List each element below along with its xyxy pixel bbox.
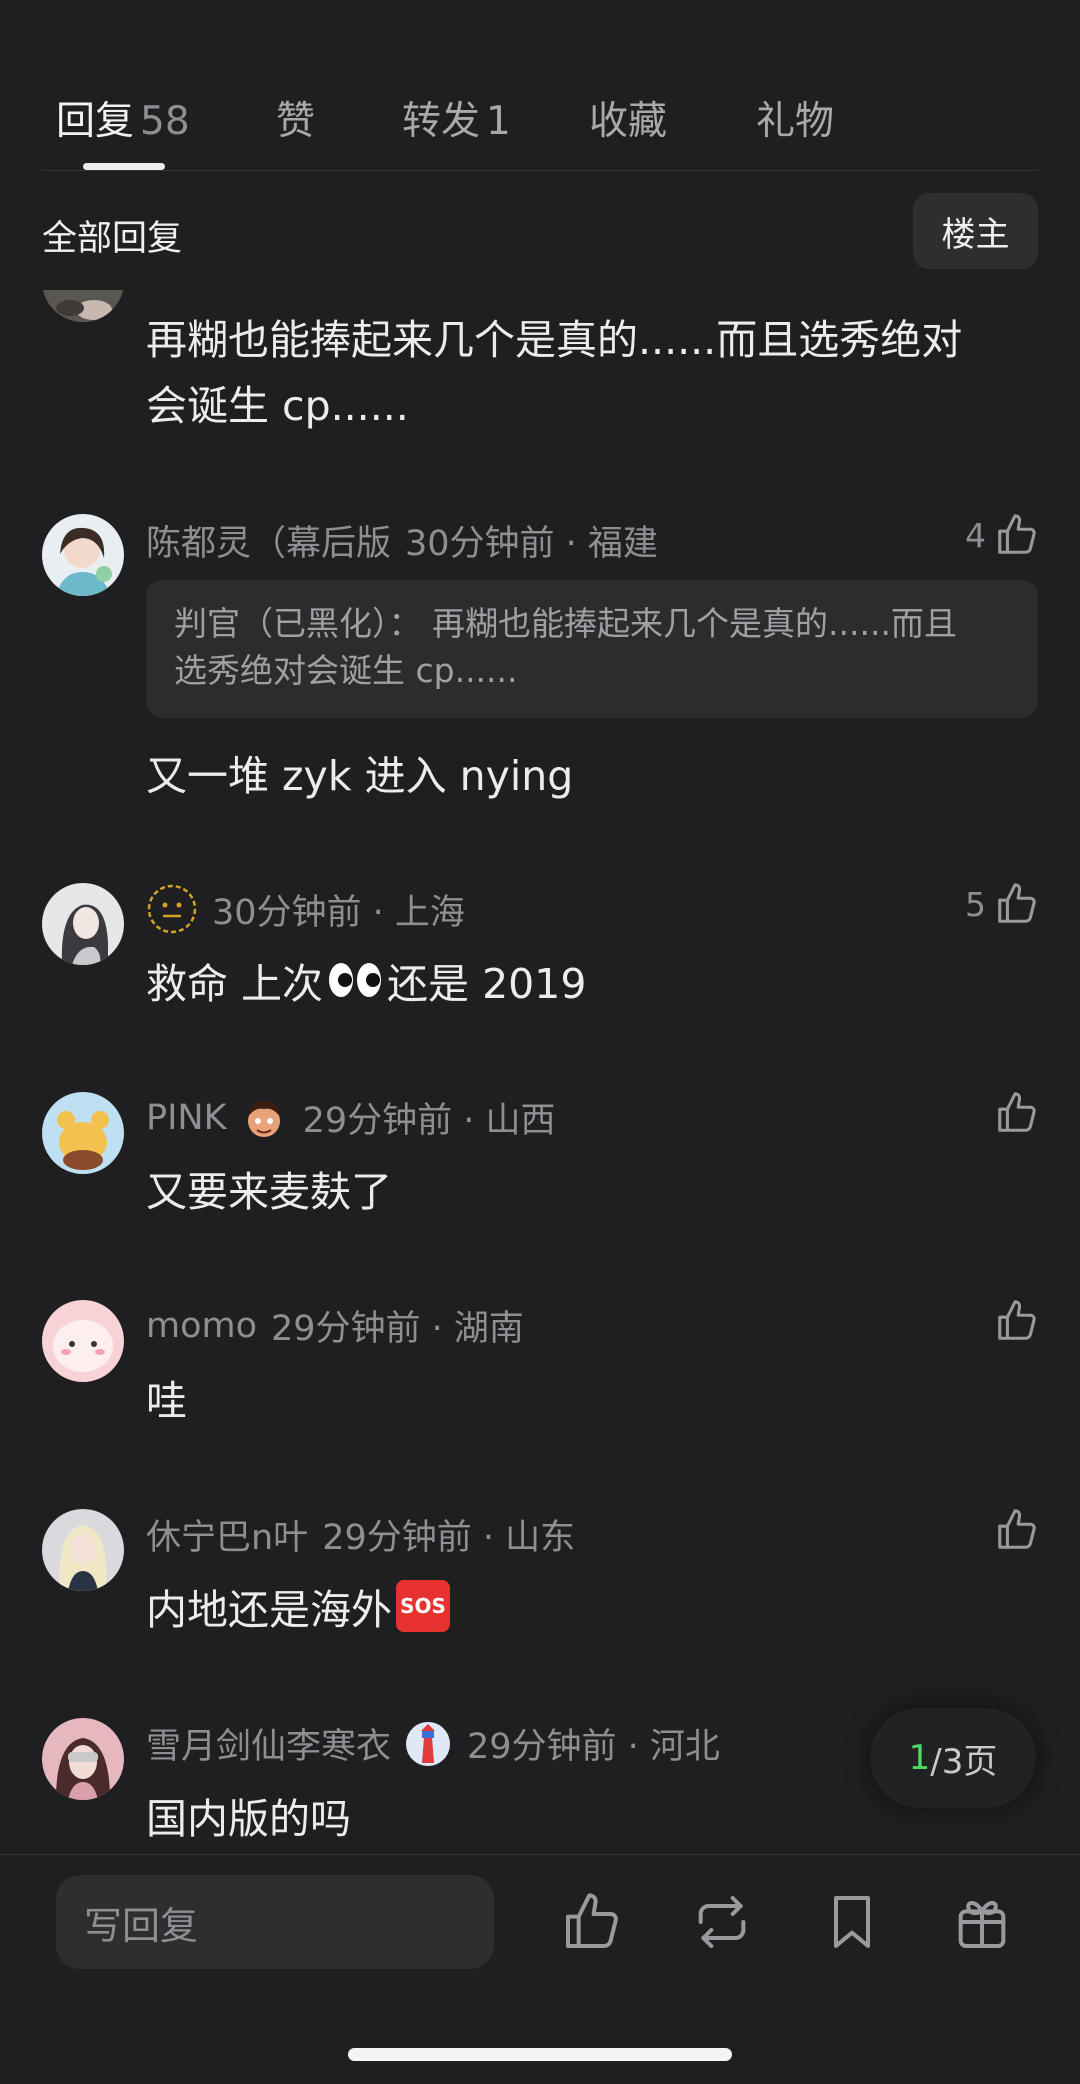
user-name[interactable]: 休宁巴n叶 [146, 1509, 308, 1560]
comment-time-location: 29分钟前 · 河北 [467, 1727, 720, 1767]
tab-replies-count: 58 [140, 99, 190, 144]
like-button[interactable] [986, 1507, 1040, 1553]
comment-meta: momo 29分钟前 · 湖南 [146, 1300, 524, 1351]
avatar[interactable] [42, 1092, 124, 1174]
avatar[interactable] [42, 883, 124, 965]
quoted-comment-text: 判官（已黑化）： 再糊也能捧起来几个是真的......而且 选秀绝对会诞生 cp.… [174, 600, 1014, 694]
reply-input[interactable]: 写回复 [56, 1875, 494, 1969]
home-indicator [348, 2048, 732, 2061]
tab-replies-label: 回复 [56, 99, 135, 144]
eyes-icon [329, 963, 382, 997]
page-current: 1 [908, 1738, 931, 1778]
cartoon-boy-icon [247, 1100, 280, 1137]
user-name[interactable]: 陈都灵（幕后版 [146, 515, 391, 566]
tab-likes[interactable]: 赞 [276, 90, 315, 146]
thumbs-up-icon [998, 514, 1036, 554]
tab-likes-label: 赞 [276, 99, 316, 144]
comment-time-location: 29分钟前 · 湖南 [271, 1309, 524, 1349]
page-indicator[interactable]: 1/3页 [870, 1708, 1036, 1808]
tab-reposts[interactable]: 转发 1 [402, 90, 511, 146]
comment-time-location: 29分钟前 · 山东 [322, 1518, 576, 1558]
page-total: /3页 [930, 1741, 998, 1782]
comment-text: 救命 上次 还是 2019 [146, 950, 586, 1010]
comment-time-location: 30分钟前 · 上海 [212, 892, 465, 933]
gift-icon[interactable] [950, 1890, 1014, 1954]
bookmark-icon[interactable] [820, 1890, 884, 1954]
tab-bar: 回复 58 赞 转发 1 收藏 礼物 [0, 70, 1080, 170]
comment-meta: 30分钟前 · 上海 [146, 883, 465, 935]
quote-line: 选秀绝对会诞生 cp...... [174, 651, 518, 690]
like-button[interactable] [986, 1090, 1040, 1136]
host-only-button[interactable]: 楼主 [913, 193, 1038, 269]
tab-replies[interactable]: 回复 58 [56, 90, 190, 146]
tab-favorites[interactable]: 收藏 [589, 90, 667, 146]
sos-icon: SOS [396, 1580, 450, 1632]
filter-all-replies[interactable]: 全部回复 [42, 210, 182, 261]
comment-text-part: 救命 上次 [146, 960, 324, 1008]
comment-text: 国内版的吗 [146, 1795, 351, 1843]
avatar[interactable] [42, 1300, 124, 1382]
tabs-divider [42, 170, 1038, 171]
comment-meta: 雪月剑仙李寒衣 29分钟前 · 河北 [146, 1718, 720, 1769]
comment-text-line: 会诞生 cp...... [146, 382, 409, 430]
thumbs-up-icon[interactable] [560, 1890, 624, 1954]
user-name[interactable]: 雪月剑仙李寒衣 [146, 1718, 391, 1769]
quote-line: 判官（已黑化）： 再糊也能捧起来几个是真的......而且 [174, 604, 957, 643]
like-button[interactable] [986, 1298, 1040, 1344]
comment-time-location: 30分钟前 · 福建 [405, 524, 658, 564]
like-button[interactable]: 4 [965, 512, 1040, 558]
like-count: 5 [965, 884, 986, 924]
comment-text: 哇 [146, 1377, 187, 1425]
comment-meta: 休宁巴n叶 29分钟前 · 山东 [146, 1509, 575, 1560]
avatar[interactable] [42, 1509, 124, 1591]
quoted-comment[interactable]: 判官（已黑化）： 再糊也能捧起来几个是真的......而且 选秀绝对会诞生 cp.… [146, 580, 1038, 718]
active-tab-indicator [83, 163, 165, 170]
repost-icon[interactable] [690, 1890, 754, 1954]
comment-text: 内地还是海外 SOS [146, 1576, 450, 1636]
neutral-face-icon [147, 884, 197, 934]
user-name[interactable]: momo [146, 1306, 257, 1346]
avatar[interactable] [42, 1718, 124, 1800]
comment-meta: PINK 29分钟前 · 山西 [146, 1092, 555, 1143]
thumbs-up-icon [998, 1300, 1036, 1340]
thumbs-up-icon [998, 883, 1036, 923]
user-name[interactable]: PINK [146, 1098, 227, 1138]
thumbs-up-icon [998, 1092, 1036, 1132]
like-button[interactable]: 5 [965, 881, 1040, 927]
tab-gifts[interactable]: 礼物 [756, 90, 834, 146]
lighthouse-icon [406, 1721, 451, 1766]
comment-text-part: 还是 2019 [387, 960, 587, 1008]
comment-text-part: 内地还是海外 [146, 1586, 392, 1634]
avatar[interactable] [42, 514, 124, 596]
thumbs-up-icon [998, 1509, 1036, 1549]
comment-text: 又要来麦麸了 [146, 1168, 392, 1216]
like-count: 4 [965, 515, 986, 555]
tab-reposts-label: 转发 [402, 99, 481, 144]
bottom-bar-divider [0, 1854, 1080, 1855]
tab-reposts-count: 1 [486, 99, 511, 144]
tab-favorites-label: 收藏 [589, 99, 668, 144]
sos-icon-label: SOS [400, 1594, 446, 1618]
comment-time-location: 29分钟前 · 山西 [302, 1101, 556, 1141]
comment-text: 又一堆 zyk 进入 nying [146, 752, 574, 800]
comment-text-line: 再糊也能捧起来几个是真的......而且选秀绝对 [146, 316, 963, 364]
comment-meta: 陈都灵（幕后版 30分钟前 · 福建 [146, 515, 658, 566]
tab-gifts-label: 礼物 [756, 99, 835, 144]
